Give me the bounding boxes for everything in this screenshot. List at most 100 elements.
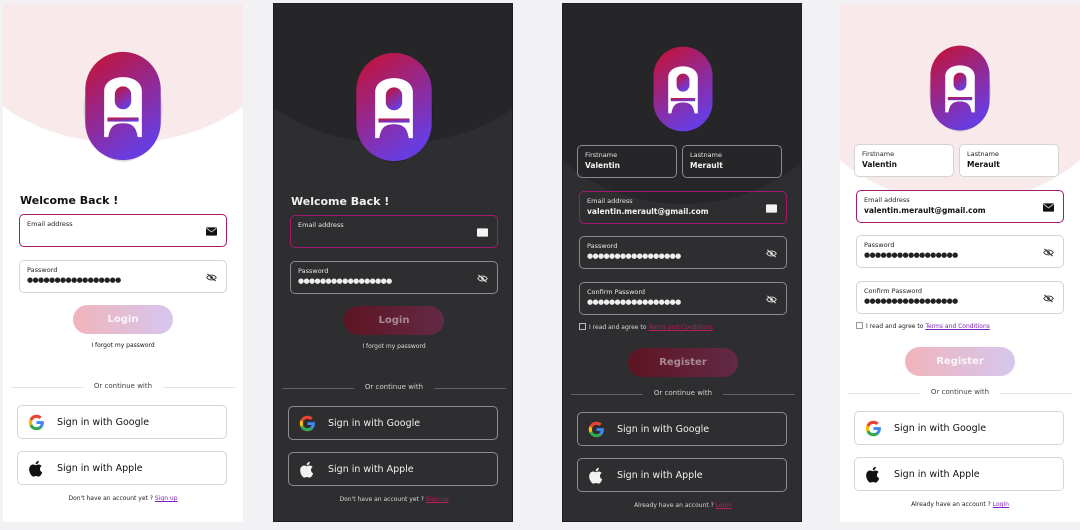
apple-signin-label: Sign in with Apple xyxy=(617,470,703,481)
password-field[interactable]: Password ●●●●●●●●●●●●●●●●● xyxy=(290,261,498,294)
eye-off-icon[interactable] xyxy=(1043,294,1054,303)
register-screen-dark: Firstname Valentin Lastname Merault Emai… xyxy=(562,3,802,522)
footer-text: Don't have an account yet ? xyxy=(68,495,155,502)
login-screen-light: Welcome Back ! Email address Password ●●… xyxy=(3,3,243,522)
email-field[interactable]: Email address valentin.merault@gmail.com xyxy=(579,191,787,224)
apple-icon xyxy=(587,466,606,485)
apple-signin-button[interactable]: Sign in with Apple xyxy=(577,458,787,492)
mail-icon xyxy=(206,227,217,236)
login-footer: Already have an account ? Login xyxy=(840,501,1080,508)
continue-label: Or continue with xyxy=(920,388,1000,396)
firstname-field[interactable]: Firstname Valentin xyxy=(854,144,954,177)
lastname-field[interactable]: Lastname Merault xyxy=(682,145,782,178)
google-signin-label: Sign in with Google xyxy=(57,417,150,428)
confirm-password-field[interactable]: Confirm Password ●●●●●●●●●●●●●●●●● xyxy=(579,282,787,315)
login-link[interactable]: Login xyxy=(716,502,732,509)
email-value: valentin.merault@gmail.com xyxy=(587,207,709,216)
apple-signin-label: Sign in with Apple xyxy=(894,469,980,480)
mail-icon xyxy=(477,228,488,237)
eye-off-icon[interactable] xyxy=(766,249,777,258)
google-signin-button[interactable]: Sign in with Google xyxy=(577,412,787,446)
terms-text: I read and agree to xyxy=(866,323,926,330)
firstname-field[interactable]: Firstname Valentin xyxy=(577,145,677,178)
password-field[interactable]: Password ●●●●●●●●●●●●●●●●● xyxy=(19,260,227,293)
google-icon xyxy=(864,419,883,438)
app-logo xyxy=(353,48,435,166)
password-value: ●●●●●●●●●●●●●●●●● xyxy=(298,277,392,285)
app-logo xyxy=(926,43,994,133)
login-screen-dark: Welcome Back ! Email address Password ●●… xyxy=(273,3,513,522)
welcome-heading: Welcome Back ! xyxy=(291,195,390,208)
google-signin-label: Sign in with Google xyxy=(617,424,710,435)
forgot-password-link[interactable]: I forgot my password xyxy=(3,342,243,349)
google-icon xyxy=(587,420,606,439)
password-label: Password xyxy=(298,267,329,275)
terms-link[interactable]: Terms and Conditions xyxy=(925,323,990,330)
email-label: Email address xyxy=(587,197,633,205)
password-field[interactable]: Password ●●●●●●●●●●●●●●●●● xyxy=(579,236,787,269)
password-field[interactable]: Password ●●●●●●●●●●●●●●●●● xyxy=(856,235,1064,268)
email-label: Email address xyxy=(864,196,910,204)
forgot-password-link[interactable]: I forgot my password xyxy=(274,343,512,350)
footer-text: Already have an account ? xyxy=(911,501,993,508)
google-icon xyxy=(298,414,317,433)
google-signin-button[interactable]: Sign in with Google xyxy=(288,406,498,440)
terms-text: I read and agree to xyxy=(589,324,649,331)
google-signin-button[interactable]: Sign in with Google xyxy=(854,411,1064,445)
mail-icon xyxy=(766,204,777,213)
checkbox-icon[interactable] xyxy=(856,322,863,329)
signup-footer: Don't have an account yet ? Sign up xyxy=(3,495,243,502)
google-signin-button[interactable]: Sign in with Google xyxy=(17,405,227,439)
login-button[interactable]: Login xyxy=(73,305,173,334)
apple-signin-label: Sign in with Apple xyxy=(328,464,414,475)
register-screen-light: Firstname Valentin Lastname Merault Emai… xyxy=(840,3,1080,522)
firstname-value: Valentin xyxy=(585,161,620,170)
apple-signin-button[interactable]: Sign in with Apple xyxy=(17,451,227,485)
app-logo xyxy=(649,44,717,134)
email-field[interactable]: Email address xyxy=(19,214,227,247)
continue-label: Or continue with xyxy=(83,382,163,390)
mail-icon xyxy=(1043,203,1054,212)
login-footer: Already have an account ? Login xyxy=(563,502,801,509)
apple-signin-button[interactable]: Sign in with Apple xyxy=(288,452,498,486)
apple-icon xyxy=(864,465,883,484)
register-button[interactable]: Register xyxy=(905,347,1015,376)
signup-link[interactable]: Sign up xyxy=(426,496,449,503)
password-value: ●●●●●●●●●●●●●●●●● xyxy=(27,276,121,284)
google-signin-label: Sign in with Google xyxy=(328,418,421,429)
google-icon xyxy=(27,413,46,432)
password-label: Password xyxy=(27,266,58,274)
eye-off-icon[interactable] xyxy=(766,295,777,304)
email-label: Email address xyxy=(27,220,73,228)
terms-link[interactable]: Terms and Conditions xyxy=(648,324,713,331)
password-value: ●●●●●●●●●●●●●●●●● xyxy=(587,252,681,260)
lastname-value: Merault xyxy=(967,160,1000,169)
eye-off-icon[interactable] xyxy=(1043,248,1054,257)
footer-text: Already have an account ? xyxy=(634,502,716,509)
password-label: Password xyxy=(587,242,618,250)
email-field[interactable]: Email address xyxy=(290,215,498,248)
apple-signin-button[interactable]: Sign in with Apple xyxy=(854,457,1064,491)
firstname-label: Firstname xyxy=(862,150,895,158)
email-field[interactable]: Email address valentin.merault@gmail.com xyxy=(856,190,1064,223)
apple-icon xyxy=(298,460,317,479)
apple-icon xyxy=(27,459,46,478)
register-button[interactable]: Register xyxy=(628,348,738,377)
apple-signin-label: Sign in with Apple xyxy=(57,463,143,474)
login-link[interactable]: Login xyxy=(993,501,1009,508)
eye-off-icon[interactable] xyxy=(206,273,217,282)
password-value: ●●●●●●●●●●●●●●●●● xyxy=(864,251,958,259)
terms-row: I read and agree to Terms and Conditions xyxy=(579,323,713,331)
eye-off-icon[interactable] xyxy=(477,274,488,283)
continue-label: Or continue with xyxy=(354,383,434,391)
email-value: valentin.merault@gmail.com xyxy=(864,206,986,215)
continue-label: Or continue with xyxy=(643,389,723,397)
lastname-field[interactable]: Lastname Merault xyxy=(959,144,1059,177)
confirm-password-field[interactable]: Confirm Password ●●●●●●●●●●●●●●●●● xyxy=(856,281,1064,314)
checkbox-icon[interactable] xyxy=(579,323,586,330)
signup-link[interactable]: Sign up xyxy=(155,495,178,502)
confirm-password-value: ●●●●●●●●●●●●●●●●● xyxy=(587,298,681,306)
login-button[interactable]: Login xyxy=(344,306,444,335)
lastname-value: Merault xyxy=(690,161,723,170)
lastname-label: Lastname xyxy=(967,150,999,158)
